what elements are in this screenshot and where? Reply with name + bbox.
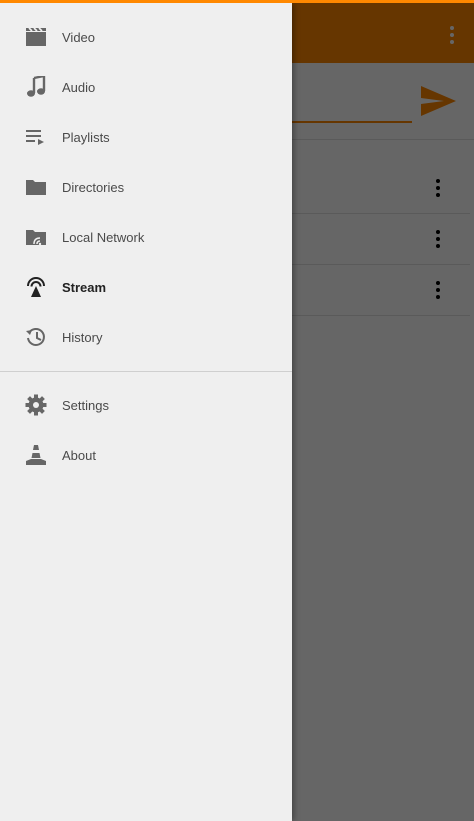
folder-icon [24,175,48,199]
drawer-item-label: Video [62,29,96,45]
drawer-item-label: History [62,329,103,345]
music-note-icon [24,75,48,99]
drawer-item-video[interactable]: Video [0,12,292,62]
drawer-divider [0,371,292,372]
history-icon [24,325,48,349]
drawer-primary-group: Video Audio Playlists Directories Local … [0,3,292,362]
video-icon [24,25,48,49]
drawer-item-local-network[interactable]: Local Network [0,212,292,262]
drawer-item-label: Settings [62,397,109,413]
drawer-item-label: Directories [62,179,125,195]
drawer-item-directories[interactable]: Directories [0,162,292,212]
drawer-secondary-group: Settings About [0,380,292,480]
gear-icon [24,393,48,417]
drawer-item-audio[interactable]: Audio [0,62,292,112]
network-folder-icon [24,225,48,249]
drawer-item-settings[interactable]: Settings [0,380,292,430]
drawer-item-label: Playlists [62,129,110,145]
stream-icon [24,275,48,299]
drawer-item-history[interactable]: History [0,312,292,362]
drawer-item-stream[interactable]: Stream [0,262,292,312]
app-screen: Video Audio [0,0,474,821]
vlc-cone-icon [24,443,48,467]
drawer-item-label: Stream [62,279,107,295]
playlist-icon [24,125,48,149]
drawer-item-label: Local Network [62,229,145,245]
drawer-item-playlists[interactable]: Playlists [0,112,292,162]
drawer-item-about[interactable]: About [0,430,292,480]
navigation-drawer: Video Audio Playlists Directories Local … [0,3,292,821]
drawer-item-label: About [62,447,96,463]
status-strip [0,0,474,3]
drawer-item-label: Audio [62,79,96,95]
